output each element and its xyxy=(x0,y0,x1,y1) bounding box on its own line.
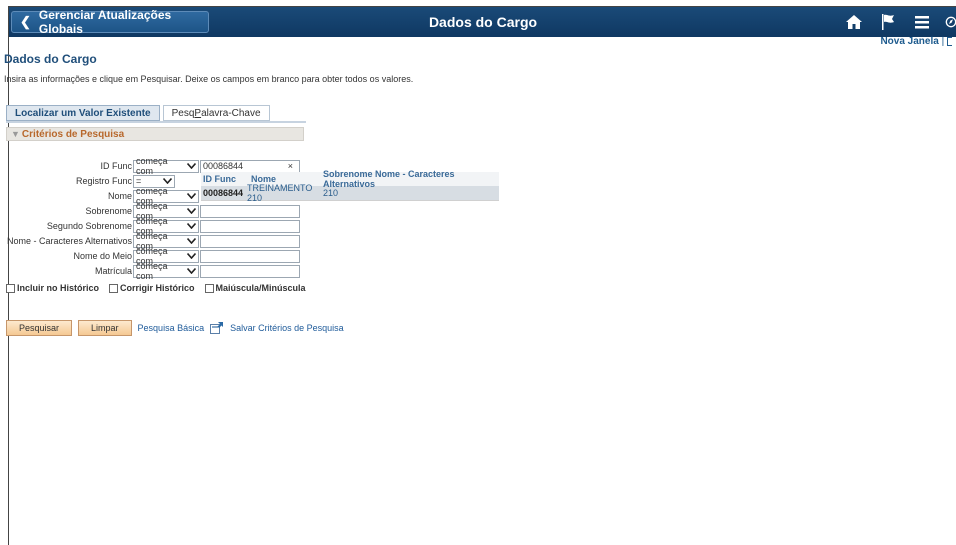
home-icon[interactable] xyxy=(843,11,865,33)
input-nome-alternativo[interactable] xyxy=(200,234,300,248)
menu-icon[interactable] xyxy=(911,11,933,33)
page-title: Dados do Cargo xyxy=(4,52,97,66)
field-label-id-func: ID Func xyxy=(100,161,132,171)
checkbox-maiuscula-minuscula[interactable]: Maiúscula/Minúscula xyxy=(204,283,306,293)
input-segundo-sobrenome[interactable] xyxy=(200,219,300,233)
checkbox-box[interactable] xyxy=(204,283,214,293)
clear-input-icon[interactable]: × xyxy=(288,161,293,172)
collapse-triangle-icon: ▼ xyxy=(11,129,20,139)
field-label-nome-alternativo: Nome - Caracteres Alternativos xyxy=(6,236,132,246)
field-label-nome: Nome xyxy=(107,191,132,201)
toolbar-icons xyxy=(831,11,956,33)
search-button[interactable]: Pesquisar xyxy=(6,320,73,336)
operator-value: começa com xyxy=(136,156,168,176)
navbar-icon[interactable] xyxy=(945,11,956,33)
field-label-sobrenome: Sobrenome xyxy=(85,206,132,216)
checkbox-box[interactable] xyxy=(109,283,119,293)
input-value-id-func: 00086844 xyxy=(203,160,244,171)
field-label-segundo-sobrenome: Segundo Sobrenome xyxy=(46,221,132,231)
dropdown-col-id: ID Func xyxy=(203,174,236,184)
tab-keyword-post: alavra-Chave xyxy=(201,107,261,119)
instructions-text: Insira as informações e clique em Pesqui… xyxy=(4,74,414,84)
result-sobrenome: 210 xyxy=(323,188,339,198)
chevron-down-icon xyxy=(186,267,197,276)
result-id: 00086844 xyxy=(203,188,244,198)
criteria-title: Critérios de Pesquisa xyxy=(21,128,125,140)
operator-select-id-func[interactable]: começa com xyxy=(133,156,199,176)
tab-find-existing-value[interactable]: Localizar um Valor Existente xyxy=(6,105,160,121)
checkbox-label: Incluir no Histórico xyxy=(17,283,100,293)
chevron-down-icon xyxy=(186,207,197,216)
search-tabs: Localizar um Valor Existente Pesq Palavr… xyxy=(6,105,273,121)
help-icon[interactable] xyxy=(947,36,952,46)
field-label-registro-func: Registro Func xyxy=(75,176,132,186)
operator-value: começa com xyxy=(136,261,168,281)
tab-keyword-accesskey: P xyxy=(194,107,202,119)
tab-keyword-pre: Pesq xyxy=(171,107,195,119)
checkbox-corrigir-historico[interactable]: Corrigir Histórico xyxy=(109,283,195,293)
input-nome-do-meio[interactable] xyxy=(200,249,300,263)
basic-search-link[interactable]: Pesquisa Básica xyxy=(138,323,205,333)
action-bar: Pesquisar Limpar Pesquisa Básica Salvar … xyxy=(6,320,350,336)
checkbox-label: Corrigir Histórico xyxy=(120,283,195,293)
tab-find-existing-value-label: Localizar um Valor Existente xyxy=(15,107,151,119)
chevron-down-icon xyxy=(186,162,197,171)
operator-select-matricula[interactable]: começa com xyxy=(133,261,199,281)
field-label-matricula: Matrícula xyxy=(94,266,132,276)
clear-button[interactable]: Limpar xyxy=(78,320,132,336)
chevron-down-icon xyxy=(186,222,197,231)
chevron-down-icon xyxy=(186,237,197,246)
new-window-link[interactable]: Nova Janela | xyxy=(880,36,952,47)
dropdown-result-row[interactable]: 00086844 TREINAMENTO 210 210 xyxy=(201,183,499,203)
dropdown-col-sobrenome: Sobrenome Nome - Caracteres Alternativos xyxy=(323,169,455,189)
chevron-down-icon xyxy=(186,252,197,261)
operator-value: = xyxy=(136,176,142,186)
prompt-results-dropdown: ID Func Nome Sobrenome Nome - Caracteres… xyxy=(201,169,499,203)
field-label-nome-do-meio: Nome do Meio xyxy=(73,251,132,261)
input-matricula[interactable] xyxy=(200,264,300,278)
checkbox-incluir-historico[interactable]: Incluir no Histórico xyxy=(6,283,99,293)
tab-keyword-search[interactable]: Pesq Palavra-Chave xyxy=(162,105,270,121)
new-window-separator: | xyxy=(941,36,945,47)
flag-icon[interactable] xyxy=(877,11,899,33)
new-window-label: Nova Janela xyxy=(880,36,939,47)
save-criteria-icon[interactable] xyxy=(210,322,224,334)
options-checkboxes: Incluir no Histórico Corrigir Histórico … xyxy=(6,283,316,293)
tab-underline xyxy=(6,121,306,123)
criteria-section-header[interactable]: ▼ Critérios de Pesquisa xyxy=(6,127,304,141)
top-bar: ❮ Gerenciar Atualizações Globais Dados d… xyxy=(9,7,956,37)
header-title: Dados do Cargo xyxy=(428,14,538,30)
checkbox-label: Maiúscula/Minúscula xyxy=(215,283,306,293)
field-row-matricula: Matrícula começa com xyxy=(0,261,300,281)
result-nome: TREINAMENTO 210 xyxy=(247,183,313,203)
checkbox-box[interactable] xyxy=(6,283,15,293)
chevron-down-icon xyxy=(162,177,173,186)
field-row-id-func: ID Func começa com 00086844 × xyxy=(0,156,300,176)
chevron-down-icon xyxy=(186,192,197,201)
input-id-func[interactable]: 00086844 × xyxy=(200,159,300,173)
input-sobrenome[interactable] xyxy=(200,204,300,218)
save-criteria-link[interactable]: Salvar Critérios de Pesquisa xyxy=(230,323,344,333)
